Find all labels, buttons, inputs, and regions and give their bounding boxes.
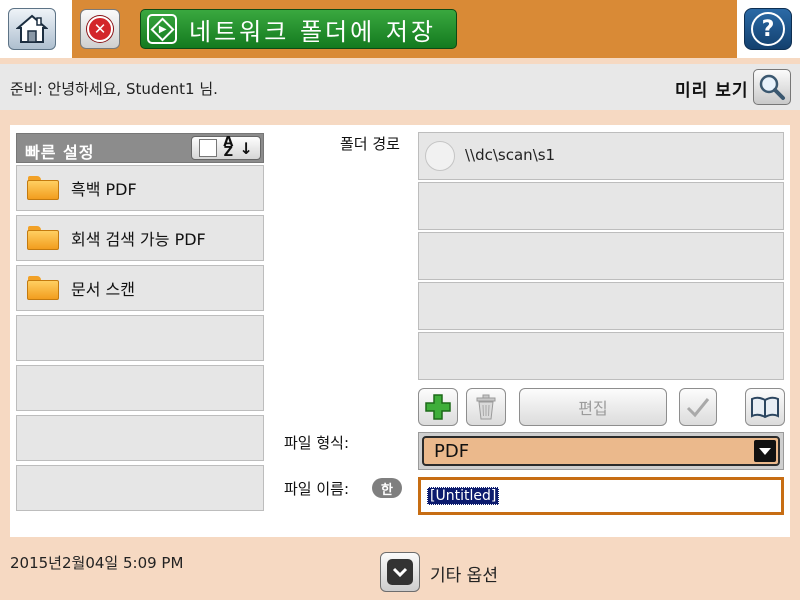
quick-set-empty-slot bbox=[16, 365, 264, 411]
folder-path-empty-row bbox=[418, 332, 784, 380]
edit-label: 편집 bbox=[578, 399, 608, 418]
quick-set-empty-slot bbox=[16, 465, 264, 511]
checkmark-icon bbox=[686, 398, 710, 418]
quick-set-item[interactable]: 흑백 PDF bbox=[16, 165, 264, 211]
more-options-label[interactable]: 기타 옵션 bbox=[430, 561, 498, 586]
ime-mode-badge[interactable]: 한 bbox=[372, 478, 402, 498]
start-icon: ▶ bbox=[147, 14, 177, 44]
status-bar: 준비: 안녕하세요, Student1 님. 미리 보기 bbox=[0, 64, 800, 110]
quick-set-item[interactable]: 회색 검색 가능 PDF bbox=[16, 215, 264, 261]
quick-set-empty-slot bbox=[16, 315, 264, 361]
file-format-label: 파일 형식: bbox=[284, 434, 350, 452]
help-icon: ? bbox=[751, 12, 785, 46]
datetime: 2015년2월04일 5:09 PM bbox=[10, 554, 184, 572]
file-name-input[interactable]: [Untitled] bbox=[418, 477, 784, 515]
edit-button[interactable]: 편집 bbox=[519, 388, 667, 426]
magnifier-icon bbox=[759, 74, 785, 100]
folder-icon bbox=[27, 276, 59, 300]
quick-set-label: 회색 검색 가능 PDF bbox=[71, 230, 206, 249]
folder-path-label: 폴더 경로 bbox=[340, 135, 400, 153]
sort-az-icon: AZ bbox=[223, 135, 234, 160]
help-button[interactable]: ? bbox=[744, 8, 792, 50]
file-format-value: PDF bbox=[434, 441, 470, 462]
start-button[interactable]: ▶ 네트워크 폴더에 저장 bbox=[140, 9, 457, 49]
confirm-button[interactable] bbox=[679, 388, 717, 426]
delete-path-button[interactable] bbox=[466, 388, 506, 426]
quick-sets-title: 빠른 설정 bbox=[25, 143, 95, 162]
page-title: 네트워크 폴더에 저장 bbox=[189, 17, 436, 46]
quick-sets-header: 빠른 설정 AZ ↓ bbox=[16, 133, 264, 163]
trash-icon bbox=[476, 394, 496, 420]
preview-label: 미리 보기 bbox=[675, 81, 749, 101]
file-name-label: 파일 이름: bbox=[284, 480, 350, 498]
add-path-button[interactable] bbox=[418, 388, 458, 426]
select-checkbox[interactable] bbox=[199, 139, 218, 157]
folder-icon bbox=[27, 176, 59, 200]
stop-icon: ✕ bbox=[87, 16, 113, 42]
folder-path-text: \\dc\scan\s1 bbox=[465, 146, 556, 164]
sort-button[interactable]: AZ ↓ bbox=[191, 136, 261, 160]
preview-button[interactable] bbox=[753, 69, 791, 105]
folder-path-radio[interactable] bbox=[425, 141, 455, 171]
quick-set-item[interactable]: 문서 스캔 bbox=[16, 265, 264, 311]
more-options-button[interactable] bbox=[380, 552, 420, 592]
book-icon bbox=[751, 396, 779, 419]
folder-path-empty-row bbox=[418, 282, 784, 330]
address-book-button[interactable] bbox=[745, 388, 785, 426]
folder-icon bbox=[27, 226, 59, 250]
file-format-select[interactable]: PDF bbox=[418, 432, 784, 470]
folder-path-row[interactable]: \\dc\scan\s1 bbox=[418, 132, 784, 180]
stop-button[interactable]: ✕ bbox=[80, 9, 120, 49]
main-panel: 빠른 설정 AZ ↓ 흑백 PDF 회색 검색 가능 PDF 문서 스캔 폴더 … bbox=[10, 125, 790, 537]
title-bar: ✕ ▶ 네트워크 폴더에 저장 ? bbox=[0, 0, 800, 58]
folder-path-empty-row bbox=[418, 182, 784, 230]
dropdown-arrow-icon bbox=[754, 440, 776, 462]
chevron-down-icon bbox=[387, 559, 413, 585]
file-name-value: [Untitled] bbox=[427, 487, 500, 505]
home-button[interactable] bbox=[8, 8, 56, 50]
home-icon bbox=[16, 14, 48, 43]
quick-set-label: 문서 스캔 bbox=[71, 280, 135, 299]
quick-set-label: 흑백 PDF bbox=[71, 180, 137, 199]
quick-set-empty-slot bbox=[16, 415, 264, 461]
plus-icon bbox=[425, 394, 451, 420]
sort-arrow-icon: ↓ bbox=[239, 138, 253, 158]
folder-path-empty-row bbox=[418, 232, 784, 280]
status-message: 준비: 안녕하세요, Student1 님. bbox=[10, 80, 218, 98]
